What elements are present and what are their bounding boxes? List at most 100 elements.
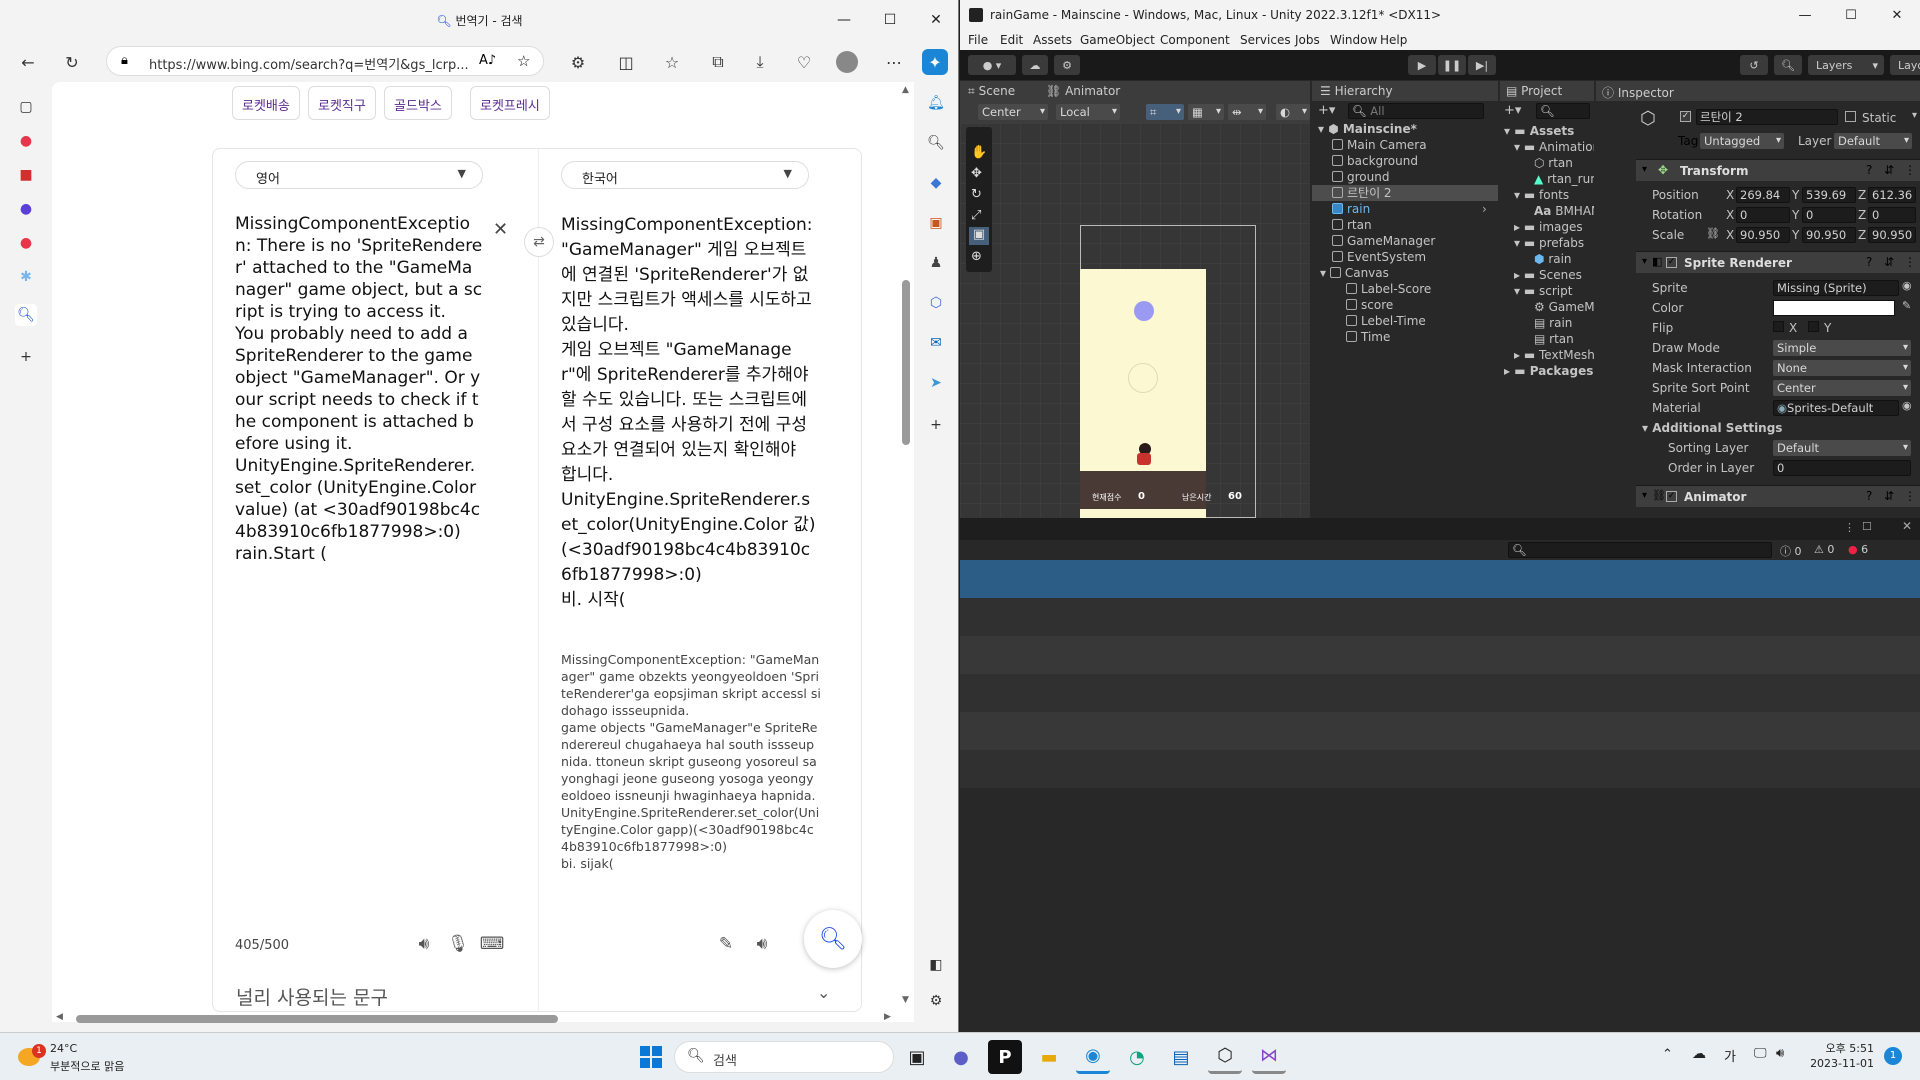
network-icon[interactable]: 🖵 (1754, 1046, 1767, 1061)
teams-icon[interactable]: ● (944, 1040, 978, 1074)
outlook-icon[interactable]: ✉ (925, 332, 947, 354)
new-tab-icon[interactable]: + (15, 346, 37, 368)
position-x[interactable]: 269.84 (1736, 187, 1790, 203)
source-language-select[interactable]: 영어 ▼ (235, 161, 483, 189)
download-icon[interactable]: ⤓ (746, 49, 774, 75)
scroll-thumb[interactable] (902, 280, 910, 445)
copilot-icon[interactable]: ✦ (922, 49, 948, 75)
tab-title[interactable]: 🔍︎ 번역기 - 검색 (0, 12, 958, 29)
hierarchy-item-selected[interactable]: 르탄이 2 (1312, 185, 1498, 201)
additional-settings-foldout[interactable]: ▾ Additional Settings (1642, 421, 1782, 435)
hierarchy-item[interactable]: Main Camera (1332, 137, 1427, 153)
project-add-icon[interactable]: +▾ (1504, 103, 1521, 118)
hierarchy-item[interactable]: background (1332, 153, 1418, 169)
chip-4[interactable]: 로켓프레시 (470, 86, 550, 120)
asset-item[interactable]: ▤ rtan (1534, 331, 1574, 347)
material-field[interactable]: ◉Sprites-Default (1773, 400, 1899, 416)
add-sidebar-icon[interactable]: + (925, 414, 947, 436)
edge-taskbar-icon[interactable]: ◉ (1076, 1040, 1110, 1074)
tab-favicon-active[interactable]: 🔍︎ (15, 304, 37, 326)
transform-tool-icon[interactable]: ⊕ (971, 249, 982, 264)
tab-animator[interactable]: ⛓ Animator (1046, 84, 1120, 102)
color-swatch[interactable] (1773, 300, 1895, 316)
maximize-button[interactable]: ☐ (867, 0, 913, 40)
folder-animation[interactable]: ▾ ▬ Animation (1514, 139, 1594, 155)
split-screen-icon[interactable]: ◫ (612, 49, 640, 75)
animator-checkbox[interactable]: ✓ (1666, 491, 1677, 502)
chip-2[interactable]: 로켓직구 (308, 86, 376, 120)
chip-1[interactable]: 로켓배송 (232, 86, 300, 120)
static-checkbox[interactable] (1845, 111, 1856, 122)
tab-favicon-3[interactable]: ● (15, 198, 37, 220)
help-icon[interactable]: ? (1866, 163, 1872, 177)
source-textarea[interactable]: MissingComponentException: There is no '… (235, 213, 483, 565)
project-search[interactable]: 🔍︎ (1536, 103, 1590, 119)
move-tool-icon[interactable]: ✥ (971, 166, 982, 181)
layout-dropdown[interactable]: Layout▾ (1890, 55, 1920, 75)
menu-jobs[interactable]: Jobs (1295, 33, 1320, 47)
hierarchy-item[interactable]: EventSystem (1332, 249, 1426, 265)
clear-icon[interactable]: ✕ (493, 219, 508, 240)
rotation-y[interactable]: 0 (1802, 207, 1856, 223)
menu-help[interactable]: Help (1380, 33, 1407, 47)
transform-component-header[interactable]: ▾ ✥ Transform ? ⇵ ⋮ (1636, 159, 1920, 181)
folder-scenes[interactable]: ▸ ▬ Scenes (1514, 267, 1582, 283)
help-icon[interactable]: ? (1866, 255, 1872, 269)
hierarchy-item[interactable]: Label-Score (1346, 281, 1431, 297)
horizontal-scrollbar[interactable]: ◀ ▶ (56, 1012, 896, 1024)
tab-project[interactable]: ▤ Project (1506, 84, 1562, 102)
constrain-link-icon[interactable]: ⛓ (1706, 227, 1720, 240)
increment-snap-dropdown[interactable]: ⇹ (1228, 104, 1266, 120)
component-menu-icon[interactable]: ⋮ (1904, 255, 1916, 269)
speaker-icon[interactable]: 🔊︎ (411, 931, 437, 957)
tab-inspector[interactable]: ⓘ Inspector (1602, 84, 1674, 102)
order-in-layer-field[interactable]: 0 (1773, 460, 1911, 476)
flip-y-checkbox[interactable] (1808, 321, 1819, 332)
scale-z[interactable]: 90.950 (1868, 227, 1916, 243)
step-button[interactable]: ▶| (1468, 55, 1496, 75)
folder-packages[interactable]: ▸ ▬ Packages (1504, 363, 1593, 379)
static-dropdown-icon[interactable]: ▾ (1912, 110, 1917, 121)
app-icon[interactable]: ◔ (1120, 1040, 1154, 1074)
search-fab-icon[interactable]: 🔍︎ (804, 910, 862, 968)
menu-edit[interactable]: Edit (1000, 33, 1023, 47)
layers-dropdown[interactable]: Layers ▾ (1808, 55, 1884, 75)
more-icon[interactable]: ⋯ (880, 49, 908, 75)
extensions-icon[interactable]: ⚙ (564, 49, 592, 75)
draw-mode-dropdown[interactable]: Simple (1773, 340, 1911, 356)
close-button[interactable]: ✕ (913, 0, 958, 40)
notification-badge[interactable]: 1 (1884, 1047, 1902, 1065)
console-log-row[interactable] (960, 712, 1920, 750)
layer-dropdown[interactable]: Default (1834, 133, 1912, 149)
hierarchy-item-rain-prefab[interactable]: rain › (1332, 201, 1487, 217)
console-error-count[interactable]: ● 6 (1848, 543, 1868, 556)
start-button[interactable] (634, 1040, 668, 1074)
help-icon[interactable]: ? (1866, 489, 1872, 503)
sprite-renderer-header[interactable]: ▾ ◧ ✓ Sprite Renderer ? ⇵ ⋮ (1636, 251, 1920, 273)
console-log-row-selected[interactable] (960, 560, 1920, 598)
collab-icon[interactable]: ⚙ (1054, 55, 1080, 75)
shopping-icon[interactable]: ◆ (925, 172, 947, 194)
asset-item[interactable]: ▲ rtan_run (1534, 171, 1594, 187)
position-z[interactable]: 612.36 (1868, 187, 1916, 203)
volume-icon[interactable]: 🔊︎ (1776, 1046, 1784, 1061)
asset-item[interactable]: ⬢ rain (1534, 251, 1572, 267)
unity-hub-icon[interactable]: ⬡ (1208, 1040, 1242, 1074)
folder-script[interactable]: ▾ ▬ script (1514, 283, 1572, 299)
scale-tool-icon[interactable]: ⤢ (971, 208, 981, 223)
rotation-x[interactable]: 0 (1736, 207, 1790, 223)
console-log-row[interactable] (960, 750, 1920, 788)
menu-component[interactable]: Component (1160, 33, 1230, 47)
bell-icon[interactable]: 🔔︎ (925, 92, 947, 114)
sprite-field[interactable]: Missing (Sprite) (1773, 280, 1899, 296)
flip-x-checkbox[interactable] (1773, 321, 1784, 332)
clock-date[interactable]: 2023-11-01 (1810, 1057, 1874, 1070)
address-bar[interactable]: 🔒︎ https://www.bing.com/search?q=번역기&gs_… (106, 46, 544, 76)
folder-images[interactable]: ▸ ▬ images (1514, 219, 1583, 235)
target-speaker-icon[interactable]: 🔊︎ (749, 931, 775, 957)
draw-mode-dropdown[interactable]: ◐ (1276, 104, 1310, 120)
console-menu-icon[interactable]: ⋮ (1844, 521, 1855, 534)
tab-hierarchy[interactable]: ☰ Hierarchy (1320, 84, 1393, 102)
hierarchy-search[interactable]: 🔍︎ All (1348, 103, 1484, 119)
file-explorer-icon[interactable]: ▬ (1032, 1040, 1066, 1074)
